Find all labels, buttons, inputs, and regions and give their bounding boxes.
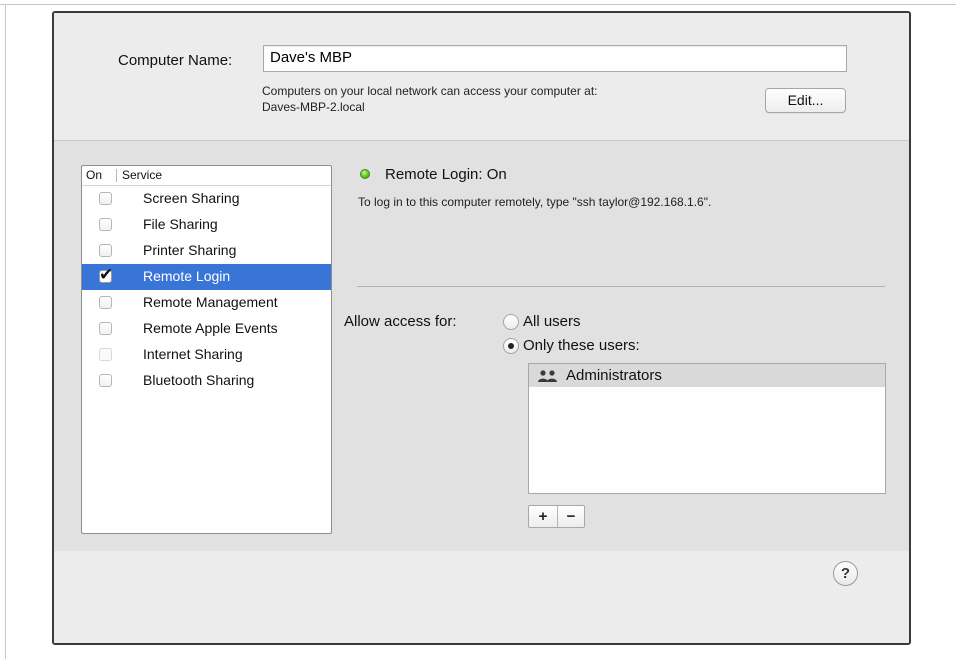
add-user-button[interactable]: + — [529, 506, 558, 527]
service-row-printer-sharing[interactable]: Printer Sharing — [82, 238, 331, 264]
computer-name-label: Computer Name: — [118, 52, 233, 69]
user-row-administrators[interactable]: Administrators — [529, 364, 885, 387]
service-row-bluetooth-sharing[interactable]: Bluetooth Sharing — [82, 368, 331, 394]
service-row-remote-apple-events[interactable]: Remote Apple Events — [82, 316, 331, 342]
header-on[interactable]: On — [86, 168, 102, 182]
service-label: Screen Sharing — [143, 190, 240, 206]
service-label: Internet Sharing — [143, 346, 243, 362]
allow-access-label: Allow access for: — [344, 313, 457, 330]
checkmark-icon: ✔ — [99, 265, 114, 285]
network-address-line2: Daves-MBP-2.local — [262, 100, 365, 114]
only-these-users-label[interactable]: Only these users: — [523, 337, 640, 354]
remove-user-button[interactable]: − — [557, 506, 585, 527]
footer-section — [54, 551, 909, 643]
status-indicator-icon — [360, 169, 370, 179]
header-service[interactable]: Service — [122, 168, 162, 182]
service-row-screen-sharing[interactable]: Screen Sharing — [82, 186, 331, 212]
service-label: Printer Sharing — [143, 242, 237, 258]
service-row-remote-management[interactable]: Remote Management — [82, 290, 331, 316]
page-top-rule — [0, 4, 956, 5]
network-address-line1: Computers on your local network can acce… — [262, 84, 598, 98]
header-separator — [116, 169, 117, 182]
service-status-description: To log in to this computer remotely, typ… — [358, 195, 712, 209]
service-label: Remote Management — [143, 294, 278, 310]
service-checkbox[interactable] — [99, 244, 112, 257]
only-these-users-radio[interactable] — [503, 338, 519, 354]
service-label: Bluetooth Sharing — [143, 372, 255, 388]
service-status-title: Remote Login: On — [385, 166, 507, 183]
all-users-radio[interactable] — [503, 314, 519, 330]
service-row-file-sharing[interactable]: File Sharing — [82, 212, 331, 238]
page-left-rule — [5, 4, 6, 659]
sharing-preferences-window: Computer Name: Dave's MBP Computers on y… — [52, 11, 911, 645]
service-checkbox-disabled — [99, 348, 112, 361]
group-icon — [538, 370, 557, 382]
service-checkbox[interactable] — [99, 296, 112, 309]
service-list-header: On Service — [82, 166, 331, 186]
service-label: Remote Apple Events — [143, 320, 278, 336]
service-checkbox[interactable] — [99, 322, 112, 335]
service-checkbox[interactable] — [99, 374, 112, 387]
panel-divider — [357, 286, 885, 287]
allowed-users-list: Administrators — [528, 363, 886, 494]
computer-name-section: Computer Name: Dave's MBP Computers on y… — [54, 13, 909, 140]
service-list: On Service Screen Sharing File Sharing P… — [81, 165, 332, 534]
user-label: Administrators — [566, 367, 662, 384]
service-checkbox-checked[interactable]: ✔ — [99, 265, 113, 285]
service-row-internet-sharing[interactable]: Internet Sharing — [82, 342, 331, 368]
service-label: Remote Login — [143, 268, 231, 284]
computer-name-field[interactable]: Dave's MBP — [263, 45, 847, 72]
network-address-description: Computers on your local network can acce… — [262, 83, 597, 115]
service-label: File Sharing — [143, 216, 218, 232]
service-checkbox[interactable] — [99, 192, 112, 205]
all-users-label[interactable]: All users — [523, 313, 581, 330]
radio-selected-dot — [508, 343, 514, 349]
edit-button[interactable]: Edit... — [765, 88, 846, 113]
service-checkbox[interactable] — [99, 218, 112, 231]
add-remove-buttons: + − — [528, 505, 585, 528]
help-button[interactable]: ? — [833, 561, 858, 586]
service-row-remote-login[interactable]: ✔ Remote Login — [82, 264, 331, 290]
